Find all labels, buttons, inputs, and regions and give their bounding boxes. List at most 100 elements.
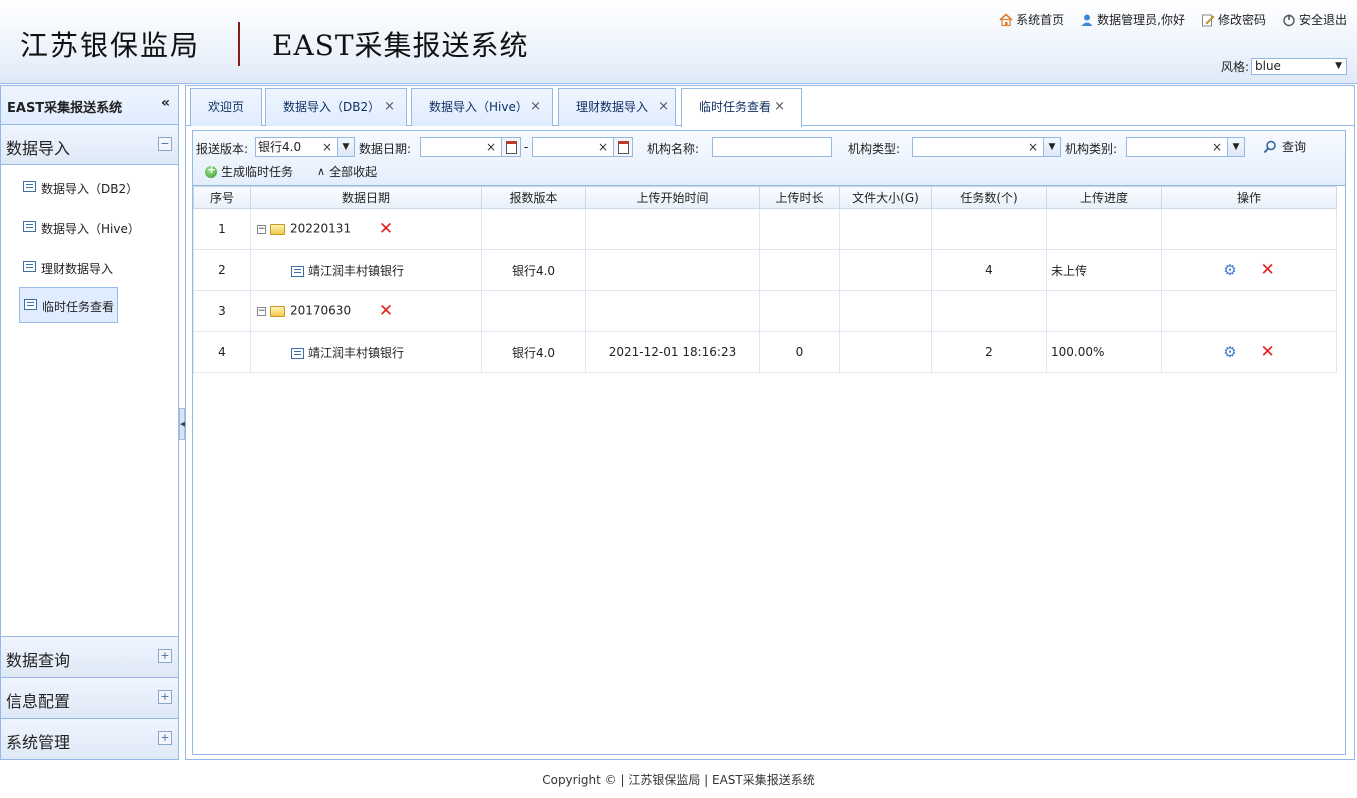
date-range-separator: - xyxy=(524,140,529,154)
column-header[interactable]: 数据日期 xyxy=(250,186,482,209)
sidebar-item-import-hive[interactable]: 数据导入（Hive） xyxy=(1,205,178,245)
sidebar-item-label: 数据导入（Hive） xyxy=(41,222,140,236)
delete-icon[interactable]: ✕ xyxy=(1261,342,1275,362)
accordion-data-import[interactable]: 数据导入 − xyxy=(1,125,178,165)
generate-temp-task-label: 生成临时任务 xyxy=(221,165,294,179)
table-row[interactable]: 3 − 20170630 ✕ xyxy=(193,290,1337,332)
theme-label: 风格: xyxy=(1220,60,1249,74)
sidebar-item-temp-tasks[interactable]: 临时任务查看 xyxy=(19,287,118,323)
progress-cell: 100.00% xyxy=(1046,331,1162,373)
delete-icon[interactable]: ✕ xyxy=(379,301,393,321)
tree-collapse-icon[interactable]: − xyxy=(257,306,266,316)
top-links: 系统首页 数据管理员,你好 修改密码 安全退出 xyxy=(999,11,1347,28)
accordion-data-query[interactable]: 数据查询 + xyxy=(1,636,178,677)
column-header[interactable]: 上传开始时间 xyxy=(585,186,760,209)
collapse-icon[interactable]: − xyxy=(158,137,172,151)
footer: Copyright © | 江苏银保监局 | EAST采集报送系统 xyxy=(542,773,815,787)
bank-name: 靖江润丰村镇银行 xyxy=(308,345,405,360)
column-header[interactable]: 上传时长 xyxy=(759,186,840,209)
edit-icon xyxy=(1201,14,1215,26)
progress-cell: 未上传 xyxy=(1046,249,1162,291)
row-seq: 4 xyxy=(193,331,251,373)
calendar-icon[interactable] xyxy=(501,138,520,156)
tab-temp-tasks[interactable]: 临时任务查看 × xyxy=(681,88,802,127)
tab-import-hive[interactable]: 数据导入（Hive） × xyxy=(411,88,553,126)
column-header[interactable]: 上传进度 xyxy=(1046,186,1162,209)
user-link[interactable]: 数据管理员,你好 xyxy=(1080,11,1185,28)
search-icon xyxy=(1263,140,1276,153)
org-type-label: 机构类型: xyxy=(848,142,901,156)
version-value: 银行4.0 xyxy=(258,140,302,154)
org-category-select[interactable]: × ▼ xyxy=(1126,137,1245,157)
chevron-down-icon[interactable]: ▼ xyxy=(337,138,354,156)
clear-icon[interactable]: × xyxy=(598,138,608,156)
tree-group-cell: − 20220131 ✕ xyxy=(250,208,482,250)
expand-icon[interactable]: + xyxy=(158,731,172,745)
org-logo-text: 江苏银保监局 xyxy=(20,29,201,62)
table-row[interactable]: 1 − 20220131 ✕ xyxy=(193,208,1337,250)
accordion-system-admin[interactable]: 系统管理 + xyxy=(1,718,178,759)
clear-icon[interactable]: × xyxy=(1212,138,1222,156)
column-header[interactable]: 任务数(个) xyxy=(931,186,1047,209)
tree-leaf-cell: 靖江润丰村镇银行 xyxy=(250,331,482,373)
delete-icon[interactable]: ✕ xyxy=(1261,260,1275,280)
folder-icon xyxy=(270,223,285,235)
table-row[interactable]: 2 靖江润丰村镇银行 银行4.0 4 未上传 ⚙ ✕ xyxy=(193,249,1337,291)
theme-select[interactable]: blue ▼ xyxy=(1251,58,1347,75)
column-header[interactable]: 操作 xyxy=(1161,186,1337,209)
clear-icon[interactable]: × xyxy=(1028,138,1038,156)
row-seq: 2 xyxy=(193,249,251,291)
close-icon[interactable]: × xyxy=(384,89,395,125)
logout-link[interactable]: 安全退出 xyxy=(1282,11,1347,28)
gear-icon[interactable]: ⚙ xyxy=(1223,343,1236,361)
size-cell xyxy=(839,331,932,373)
column-header[interactable]: 报数版本 xyxy=(481,186,586,209)
chevron-up-icon: ∧ xyxy=(317,165,326,178)
tree-collapse-icon[interactable]: − xyxy=(257,224,266,234)
gear-icon[interactable]: ⚙ xyxy=(1223,261,1236,279)
group-date: 20170630 xyxy=(290,303,352,318)
close-icon[interactable]: × xyxy=(530,89,541,125)
chevron-down-icon[interactable]: ▼ xyxy=(1043,138,1060,156)
chevron-down-icon[interactable]: ▼ xyxy=(1227,138,1244,156)
tab-welcome[interactable]: 欢迎页 xyxy=(190,88,262,126)
search-button[interactable]: 查询 xyxy=(1263,138,1306,155)
home-link[interactable]: 系统首页 xyxy=(999,11,1064,28)
org-type-select[interactable]: × ▼ xyxy=(912,137,1061,157)
sidebar-title: EAST采集报送系统 « xyxy=(1,86,178,125)
expand-icon[interactable]: + xyxy=(158,649,172,663)
logout-label: 安全退出 xyxy=(1298,13,1347,27)
accordion-info-config[interactable]: 信息配置 + xyxy=(1,677,178,718)
delete-icon[interactable]: ✕ xyxy=(379,219,393,239)
collapse-all-button[interactable]: ∧ 全部收起 xyxy=(317,163,377,180)
column-header[interactable]: 序号 xyxy=(193,186,251,209)
table-row[interactable]: 4 靖江润丰村镇银行 银行4.0 2021-12-01 18:16:23 0 2… xyxy=(193,331,1337,373)
task-tree-grid: 序号 数据日期 报数版本 上传开始时间 上传时长 文件大小(G) 任务数(个) … xyxy=(193,186,1337,373)
tree-group-cell: − 20170630 ✕ xyxy=(250,290,482,332)
document-icon xyxy=(291,266,304,277)
date-start-input[interactable]: × xyxy=(420,137,521,157)
row-seq: 1 xyxy=(193,208,251,250)
sidebar-item-import-db2[interactable]: 数据导入（DB2） xyxy=(1,165,178,205)
clear-icon[interactable]: × xyxy=(486,138,496,156)
date-end-input[interactable]: × xyxy=(532,137,633,157)
close-icon[interactable]: × xyxy=(658,89,669,125)
generate-temp-task-button[interactable]: 生成临时任务 xyxy=(205,163,293,180)
expand-icon[interactable]: + xyxy=(158,690,172,704)
calendar-icon[interactable] xyxy=(613,138,632,156)
clear-icon[interactable]: × xyxy=(322,138,332,156)
duration-cell: 0 xyxy=(759,331,840,373)
change-password-link[interactable]: 修改密码 xyxy=(1201,11,1266,28)
sidebar-item-wealth-import[interactable]: 理财数据导入 xyxy=(1,245,178,285)
org-name-input[interactable] xyxy=(712,137,832,157)
tab-wealth-import[interactable]: 理财数据导入 × xyxy=(558,88,676,126)
collapse-sidebar-icon[interactable]: « xyxy=(161,95,170,111)
user-greeting: 数据管理员,你好 xyxy=(1097,13,1185,27)
actions-cell: ⚙ ✕ xyxy=(1161,331,1337,373)
close-icon[interactable]: × xyxy=(774,89,785,125)
date-label: 数据日期: xyxy=(359,142,412,156)
column-header[interactable]: 文件大小(G) xyxy=(839,186,932,209)
collapse-all-label: 全部收起 xyxy=(329,165,378,179)
tab-import-db2[interactable]: 数据导入（DB2） × xyxy=(265,88,407,126)
version-select[interactable]: 银行4.0 × ▼ xyxy=(255,137,355,157)
